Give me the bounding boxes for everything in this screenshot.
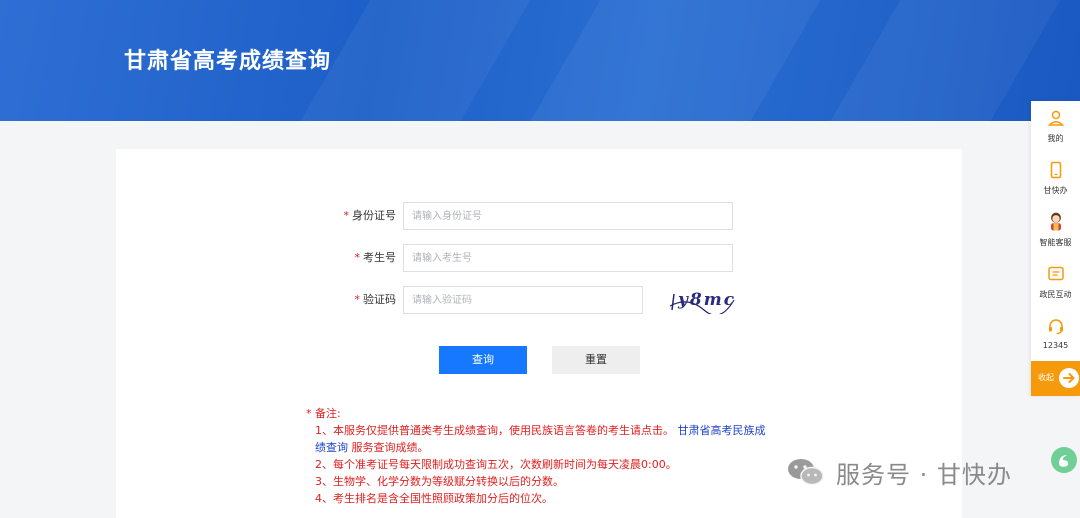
exam-no-row: * 考生号 xyxy=(116,244,733,272)
arrow-right-icon xyxy=(1059,368,1079,388)
sidebar-item-label: 政民互动 xyxy=(1039,290,1072,299)
gankuaiban-logo-icon xyxy=(1051,447,1077,473)
query-button[interactable]: 查询 xyxy=(439,346,527,374)
sidebar-item-label: 12345 xyxy=(1042,341,1069,350)
message-icon xyxy=(1048,266,1064,281)
exam-no-label: * 考生号 xyxy=(354,251,397,264)
note-item: 3、生物学、化学分数为等级赋分转换以后的分数。 xyxy=(315,475,564,488)
banner-decoration xyxy=(496,0,844,121)
user-icon xyxy=(1047,110,1065,126)
exam-no-input[interactable] xyxy=(403,244,733,272)
ethnic-query-link[interactable]: 甘肃省高考民族成 xyxy=(678,424,766,437)
assistant-avatar-icon xyxy=(1051,212,1061,231)
watermark-text: 服务号 · 甘快办 xyxy=(836,460,1012,489)
collapse-button[interactable]: 收起 xyxy=(1031,361,1080,396)
svg-text:y8mc: y8mc xyxy=(677,290,736,310)
sidebar-item-hotline[interactable]: 12345 xyxy=(1031,309,1080,361)
sidebar-item-label: 智能客服 xyxy=(1039,238,1072,247)
captcha-image[interactable]: y8mc xyxy=(668,286,736,314)
sidebar-item-interaction[interactable]: 政民互动 xyxy=(1031,257,1080,309)
phone-icon xyxy=(1050,161,1062,179)
header-banner: 甘肃省高考成绩查询 xyxy=(0,0,1080,121)
sidebar-item-assistant[interactable]: 智能客服 xyxy=(1031,205,1080,257)
wechat-icon xyxy=(788,459,824,486)
sidebar-item-label: 甘快办 xyxy=(1043,186,1068,195)
side-toolbar: 我的 甘快办 智能客服 政民互动 12345 收起 xyxy=(1031,101,1080,396)
id-card-input[interactable] xyxy=(403,202,733,230)
sidebar-item-gankuaiban[interactable]: 甘快办 xyxy=(1031,153,1080,205)
sidebar-item-mine[interactable]: 我的 xyxy=(1031,101,1080,153)
id-card-row: * 身份证号 xyxy=(116,202,733,230)
ethnic-query-link[interactable]: 绩查询 xyxy=(315,441,348,454)
note-item: 4、考生排名是含全国性照顾政策加分后的位次。 xyxy=(315,492,553,505)
captcha-row: * 验证码 xyxy=(116,286,733,314)
captcha-input[interactable] xyxy=(403,286,643,314)
page-title: 甘肃省高考成绩查询 xyxy=(124,49,332,74)
notes-block: * 备注: 1、本服务仅提供普通类考生成绩查询，使用民族语言答卷的考生请点击。 … xyxy=(306,405,786,507)
id-card-label: * 身份证号 xyxy=(343,209,397,222)
note-item: 2、每个准考证号每天限制成功查询五次，次数刷新时间为每天凌晨0:00。 xyxy=(315,458,677,471)
headset-icon xyxy=(1049,319,1063,335)
collapse-label: 收起 xyxy=(1038,373,1054,382)
sidebar-item-label: 我的 xyxy=(1047,134,1064,143)
notes-heading: * 备注: xyxy=(306,407,341,420)
captcha-label: * 验证码 xyxy=(354,293,397,306)
watermark: 服务号 · 甘快办 xyxy=(786,447,1077,492)
reset-button[interactable]: 重置 xyxy=(552,346,640,374)
note-item: 1、本服务仅提供普通类考生成绩查询，使用民族语言答卷的考生请点击。 甘肃省高考民… xyxy=(315,424,766,454)
